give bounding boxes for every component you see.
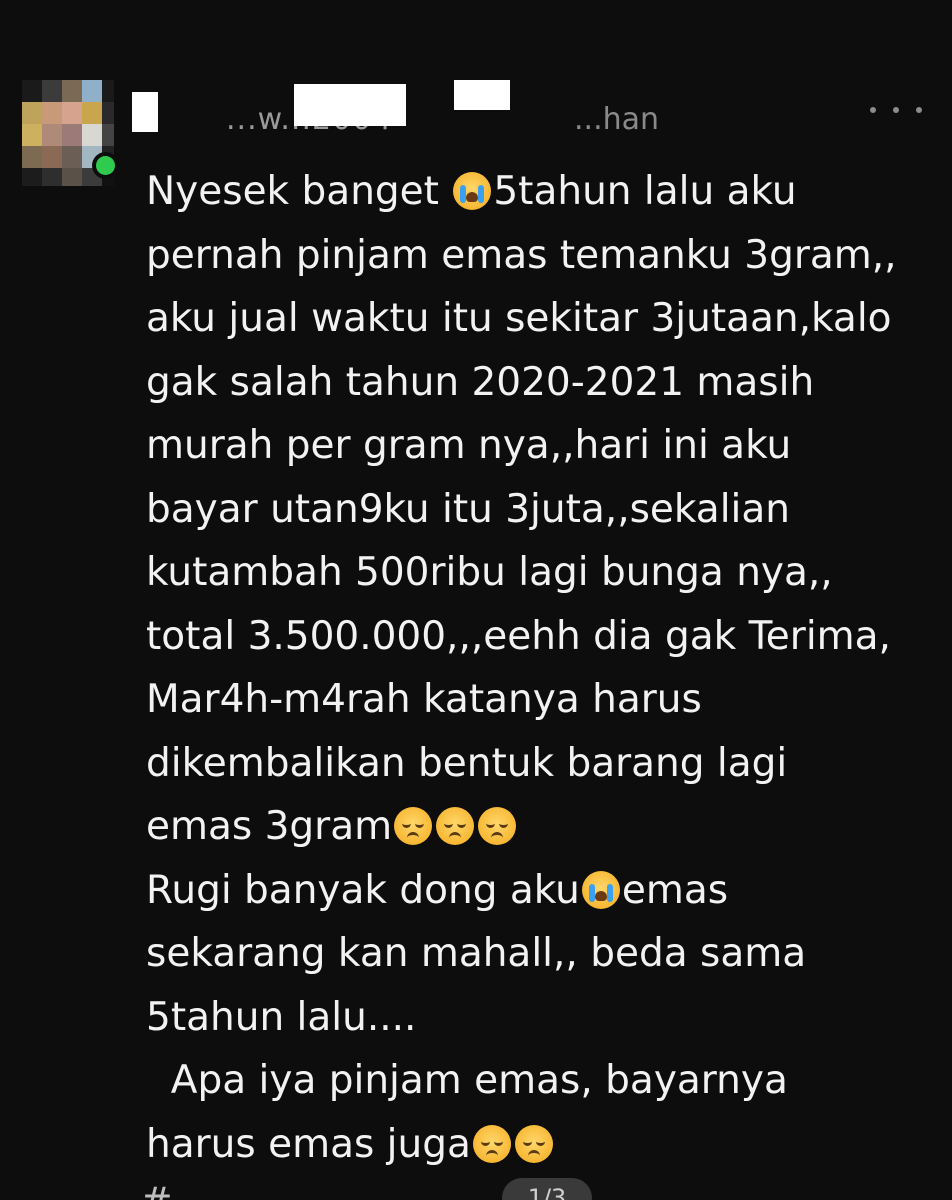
disappointed-face-icon bbox=[394, 807, 433, 845]
post-line: harus emas juga bbox=[146, 1113, 946, 1177]
disappointed-face-icon bbox=[514, 1124, 553, 1163]
post-line: Apa iya pinjam emas, bayarnya bbox=[146, 1058, 788, 1103]
redaction-block bbox=[132, 92, 158, 132]
post-line: bayar utan9ku itu 3juta,,sekalian bbox=[146, 486, 790, 532]
post-header: ...w...2004 ...han bbox=[118, 74, 678, 134]
disappointed-face-icon bbox=[472, 1124, 511, 1163]
image-page-indicator: 1/3 bbox=[502, 1178, 592, 1200]
disappointed-face-icon bbox=[478, 807, 517, 845]
online-status-indicator bbox=[96, 156, 115, 175]
post-line: sekarang kan mahall,, beda sama bbox=[146, 931, 807, 976]
loudly-crying-face-icon bbox=[581, 870, 620, 909]
loudly-crying-face-icon bbox=[453, 172, 492, 210]
redaction-block bbox=[454, 80, 510, 110]
post-line: kutambah 500ribu lagi bunga nya,, bbox=[146, 550, 833, 595]
post-line: dikembalikan bentuk barang lagi bbox=[146, 740, 788, 786]
disappointed-face-icon bbox=[436, 807, 475, 845]
hashtag-link[interactable]: #... bbox=[140, 1180, 460, 1200]
post-line: Mar4h-m4rah katanya harus bbox=[146, 677, 702, 722]
more-horizontal-icon bbox=[893, 107, 899, 113]
more-horizontal-icon bbox=[916, 107, 922, 113]
post-line: Nyesek banget 5tahun lalu aku bbox=[146, 169, 797, 214]
post-line: aku jual waktu itu sekitar 3jutaan,kalo bbox=[146, 296, 892, 341]
post-line: emas 3gram bbox=[146, 795, 946, 859]
post-meta: ...han bbox=[574, 102, 660, 134]
more-options-button[interactable] bbox=[870, 94, 922, 126]
post-line: total 3.500.000,,,eehh dia gak Terima, bbox=[146, 613, 891, 659]
post-line: pernah pinjam emas temanku 3gram,, bbox=[146, 232, 897, 278]
post-line: 5tahun lalu.... bbox=[146, 994, 417, 1040]
post-line: gak salah tahun 2020-2021 masih bbox=[146, 359, 815, 405]
post-body: Nyesek banget 5tahun lalu aku pernah pin… bbox=[146, 160, 946, 1176]
redaction-block bbox=[294, 84, 406, 126]
more-horizontal-icon bbox=[870, 107, 876, 113]
post-line: murah per gram nya,,hari ini aku bbox=[146, 423, 792, 468]
post-line: Rugi banyak dong aku emas bbox=[146, 867, 729, 913]
